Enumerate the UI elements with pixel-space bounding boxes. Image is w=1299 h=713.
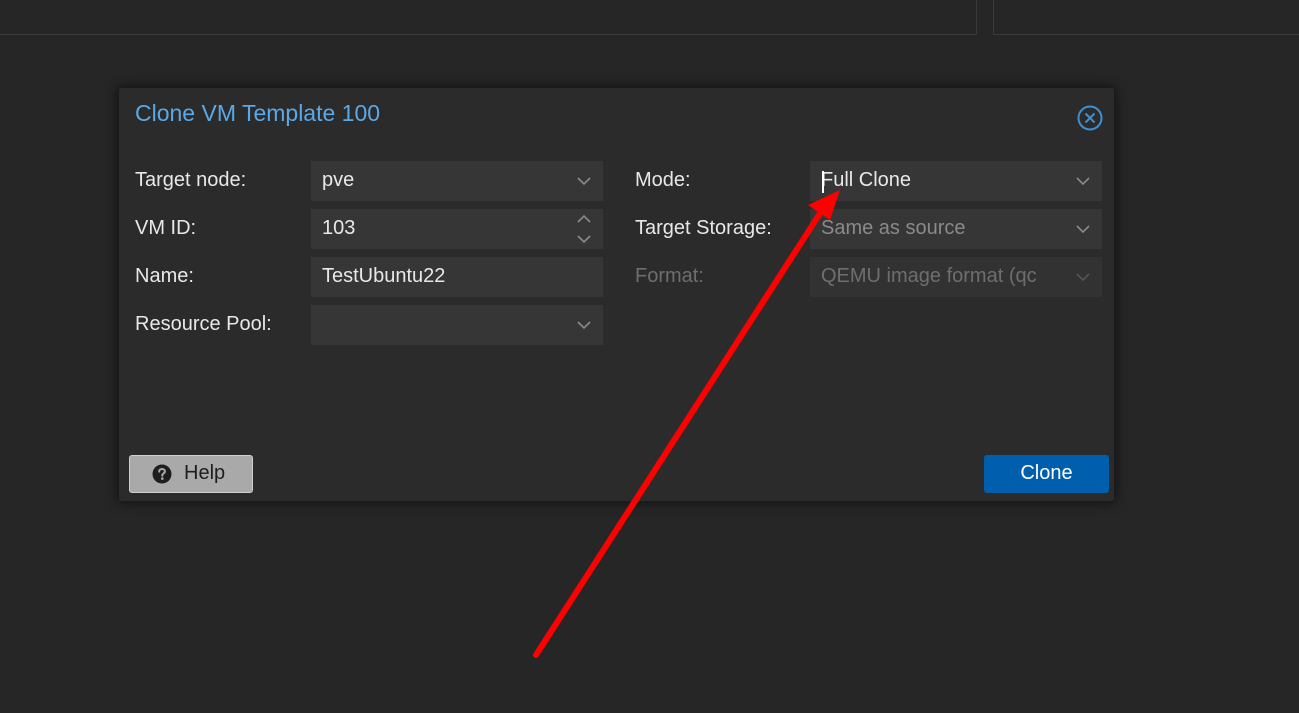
target-storage-select[interactable]: Same as source <box>810 209 1102 249</box>
mode-label: Mode: <box>635 169 691 191</box>
text-cursor <box>822 171 824 193</box>
format-label: Format: <box>635 265 704 287</box>
clone-vm-dialog: Clone VM Template 100 Target node: pve V… <box>118 87 1115 502</box>
vm-id-value: 103 <box>322 217 356 239</box>
format-select: QEMU image format (qc <box>810 257 1102 297</box>
vm-id-spinner[interactable]: 103 <box>311 209 603 249</box>
vm-id-label: VM ID: <box>135 217 197 239</box>
target-node-select[interactable]: pve <box>311 161 603 201</box>
format-value: QEMU image format (qc <box>821 265 1037 287</box>
name-label: Name: <box>135 265 194 287</box>
chevron-down-icon <box>1064 257 1102 297</box>
spinner-arrows-icon[interactable] <box>565 209 603 249</box>
target-storage-value: Same as source <box>821 217 966 239</box>
chevron-down-icon[interactable] <box>1064 209 1102 249</box>
resource-pool-label: Resource Pool: <box>135 313 272 335</box>
help-button-label: Help <box>184 462 226 484</box>
name-input[interactable]: TestUbuntu22 <box>311 257 603 297</box>
clone-button[interactable]: Clone <box>984 455 1109 493</box>
background-panel-left <box>0 0 977 35</box>
target-node-value: pve <box>322 169 355 191</box>
background-panel-right <box>993 0 1299 35</box>
mode-value: Full Clone <box>821 169 912 191</box>
name-value: TestUbuntu22 <box>322 265 446 287</box>
target-node-label: Target node: <box>135 169 247 191</box>
help-button[interactable]: Help <box>129 455 253 493</box>
chevron-down-icon[interactable] <box>565 161 603 201</box>
question-circle-icon <box>152 464 172 484</box>
chevron-down-icon[interactable] <box>565 305 603 345</box>
close-icon[interactable] <box>1077 105 1103 131</box>
target-storage-label: Target Storage: <box>635 217 772 239</box>
mode-select[interactable]: Full Clone <box>810 161 1102 201</box>
chevron-down-icon[interactable] <box>1064 161 1102 201</box>
resource-pool-select[interactable] <box>311 305 603 345</box>
dialog-title: Clone VM Template 100 <box>135 100 381 126</box>
